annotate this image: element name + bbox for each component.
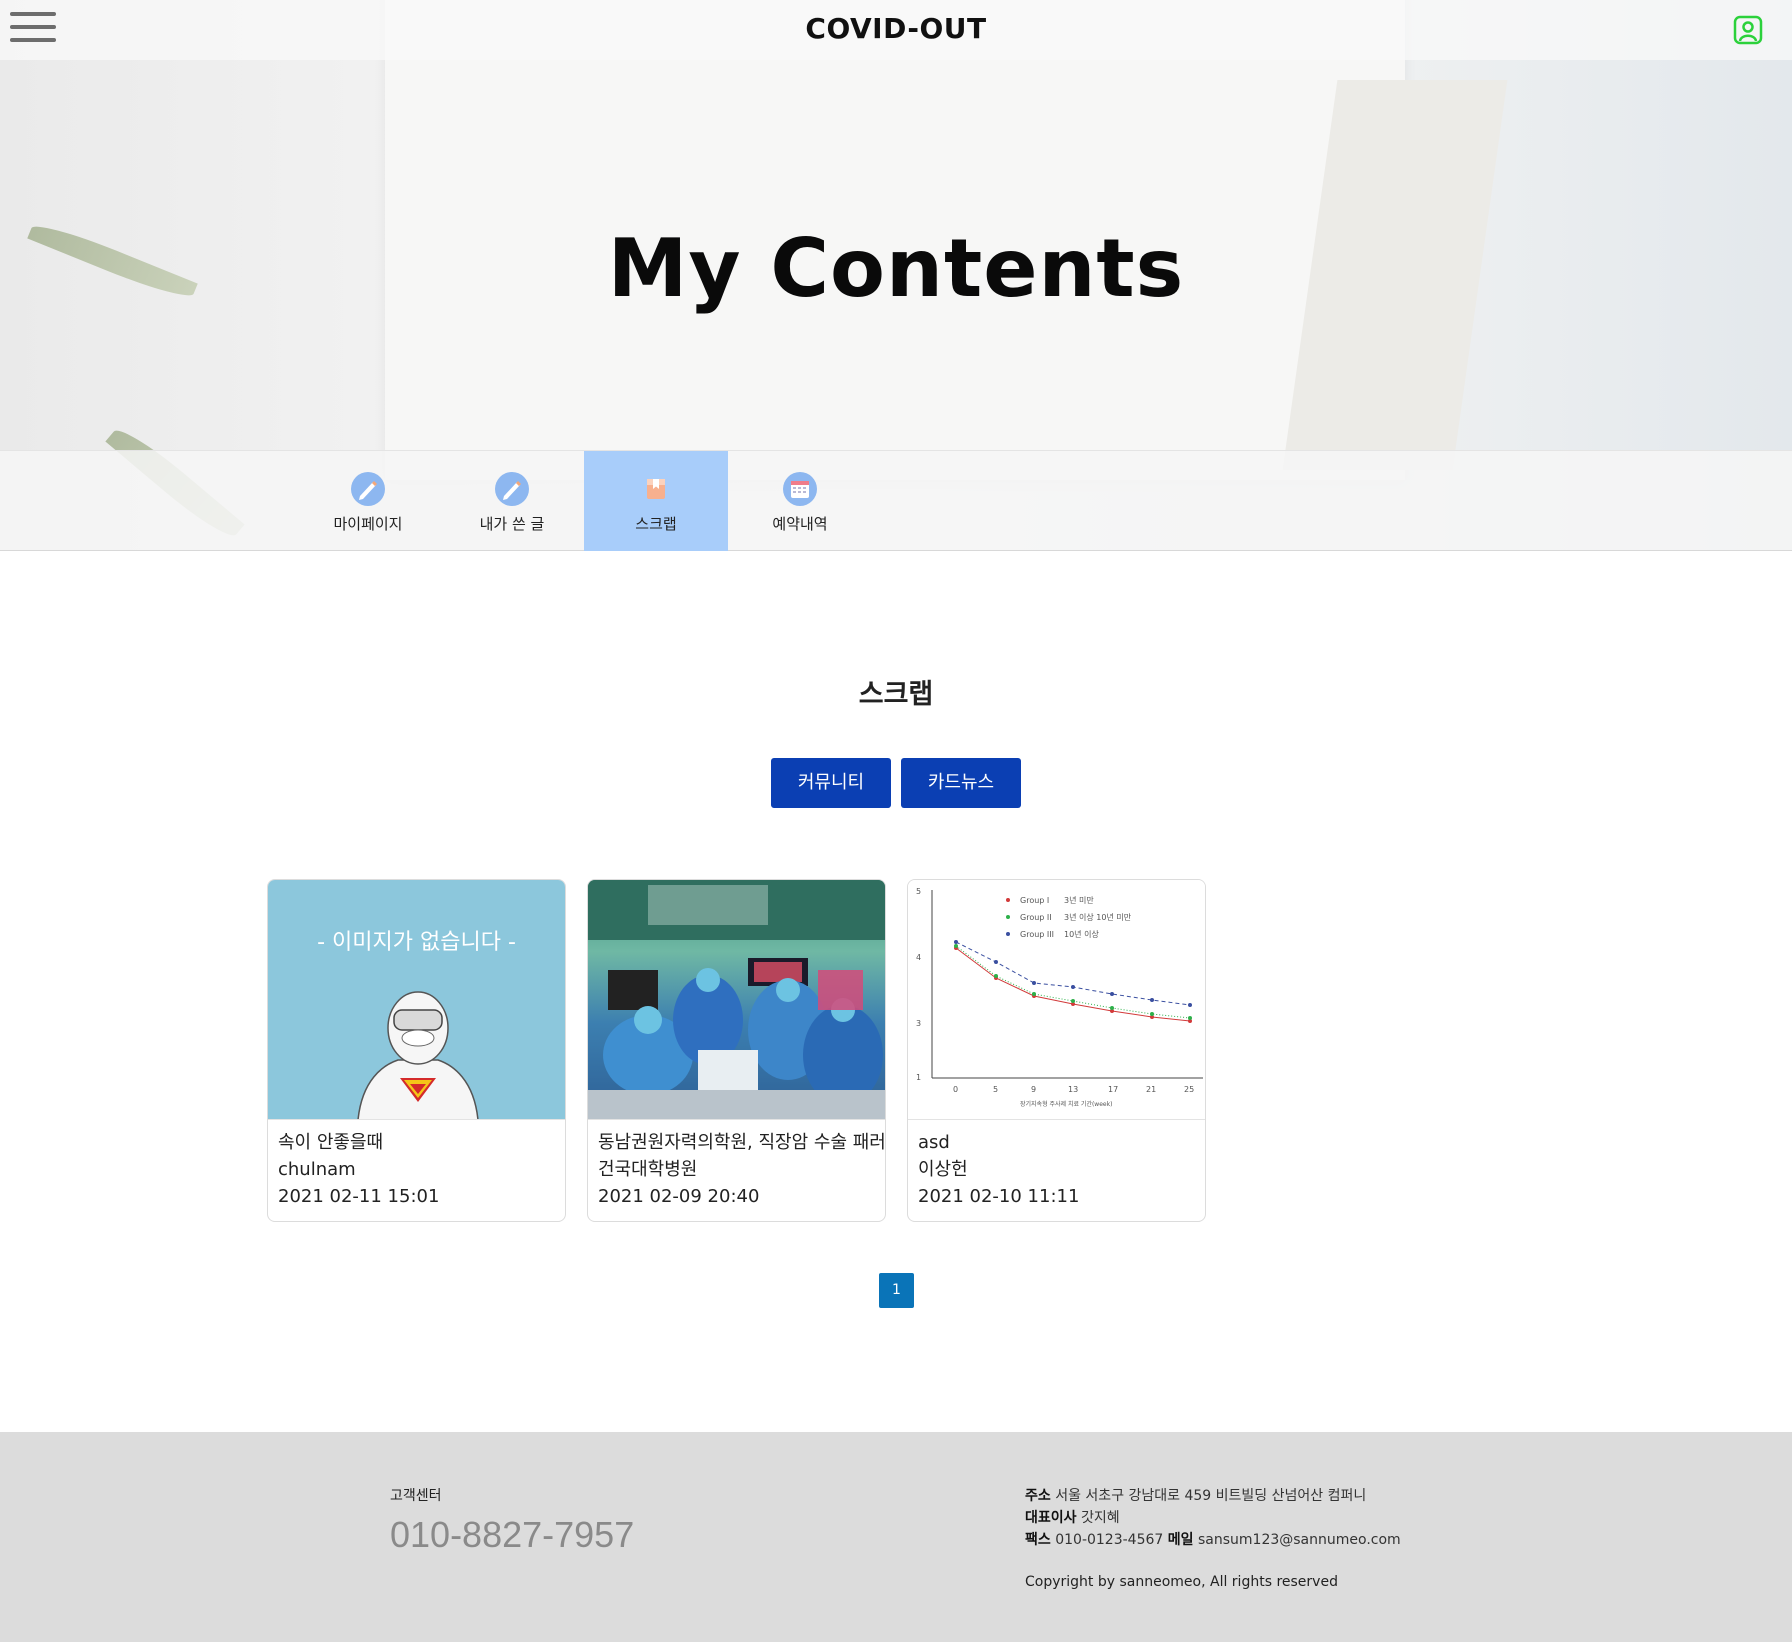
ceo-name: 갓지혜 [1080, 1510, 1120, 1526]
line-chart-image: 5 4 3 1 0 5 9 13 17 21 25 장기지속형 주사제 치료 기… [916, 887, 1203, 1108]
section-title: 스크랩 [858, 679, 934, 710]
card-author: 건국대학병원 [598, 1159, 698, 1180]
y-tick-label: 3 [916, 1019, 921, 1028]
y-tick-label: 5 [916, 887, 921, 896]
ceo-label: 대표이사 [1025, 1510, 1077, 1526]
tab-my-posts[interactable]: 내가 쓴 글 [440, 451, 584, 551]
user-profile-icon[interactable] [1732, 14, 1764, 46]
fax-label: 팩스 [1025, 1532, 1051, 1548]
page-title: My Contents [607, 222, 1185, 315]
x-tick-label: 13 [1068, 1085, 1078, 1094]
card-author: chulnam [278, 1159, 356, 1180]
x-tick-label: 9 [1031, 1085, 1036, 1094]
pagination-page-1[interactable]: 1 [879, 1273, 914, 1308]
card-thumbnail-chart: 5 4 3 1 0 5 9 13 17 21 25 장기지속형 주사제 치료 기… [908, 880, 1205, 1120]
x-tick-label: 25 [1184, 1085, 1194, 1094]
y-tick-label: 1 [916, 1073, 921, 1082]
card-thumbnail-surgery-photo [588, 880, 885, 1120]
legend-label: Group I [1020, 896, 1049, 905]
address-label: 주소 [1025, 1488, 1051, 1504]
tab-label: 예약내역 [772, 515, 828, 533]
legend-label: 10년 이상 [1064, 929, 1099, 939]
mail-label: 메일 [1167, 1532, 1194, 1548]
legend-label: Group III [1020, 930, 1054, 939]
card-title[interactable]: 동남권원자력의학원, 직장암 수술 패러다 [598, 1129, 885, 1156]
x-tick-label: 0 [953, 1085, 958, 1094]
x-tick-label: 5 [993, 1085, 998, 1094]
legend-label: Group II [1020, 913, 1052, 922]
mypage-tab-bar: 마이페이지 내가 쓴 글 스크랩 예약내역 [0, 450, 1792, 551]
fax-number: 010-0123-4567 [1055, 1532, 1164, 1548]
legend-label: 3년 이상 10년 미만 [1064, 912, 1132, 922]
company-info: 주소 서울 서초구 강남대로 459 비트빌딩 산넘어산 컴퍼니 대표이사 갓지… [1025, 1485, 1401, 1551]
tab-mypage[interactable]: 마이페이지 [296, 451, 440, 551]
mail-address: sansum123@sannumeo.com [1197, 1532, 1401, 1548]
card-thumbnail-placeholder: - 이미지가 없습니다 - [268, 880, 565, 1120]
scrap-card[interactable]: 5 4 3 1 0 5 9 13 17 21 25 장기지속형 주사제 치료 기… [907, 879, 1206, 1222]
card-info: 동남권원자력의학원, 직장암 수술 패러다 건국대학병원 2021 02-09 … [588, 1120, 885, 1210]
card-info: 속이 안좋을때 chulnam 2021 02-11 15:01 [268, 1120, 565, 1210]
tab-label: 마이페이지 [333, 515, 403, 533]
tab-reservations[interactable]: 예약내역 [728, 451, 872, 551]
pencil-icon [351, 472, 385, 506]
community-filter-button[interactable]: 커뮤니티 [771, 758, 891, 808]
copyright-text: Copyright by sanneomeo, All rights reser… [1025, 1574, 1338, 1590]
x-tick-label: 21 [1146, 1085, 1156, 1094]
card-date: 2021 02-10 11:11 [918, 1186, 1080, 1207]
card-date: 2021 02-09 20:40 [598, 1186, 760, 1207]
card-info: asd 이상헌 2021 02-10 11:11 [908, 1120, 1205, 1210]
site-logo[interactable]: COVID-OUT [0, 12, 1792, 45]
customer-center-label: 고객센터 [390, 1488, 442, 1504]
tab-scrap[interactable]: 스크랩 [584, 451, 728, 551]
card-date: 2021 02-11 15:01 [278, 1186, 440, 1207]
card-title[interactable]: 속이 안좋을때 [278, 1129, 555, 1156]
scrap-card[interactable]: 동남권원자력의학원, 직장암 수술 패러다 건국대학병원 2021 02-09 … [587, 879, 886, 1222]
x-axis-label: 장기지속형 주사제 치료 기간(week) [1020, 1100, 1112, 1108]
tab-label: 스크랩 [635, 515, 677, 533]
customer-center-phone: 010-8827-7957 [390, 1514, 635, 1555]
card-title[interactable]: asd [918, 1129, 1195, 1156]
hazmat-superman-illustration [357, 991, 479, 1119]
address-text: 서울 서초구 강남대로 459 비트빌딩 산넘어산 컴퍼니 [1055, 1488, 1367, 1504]
top-navigation-bar: COVID-OUT [0, 0, 1792, 60]
card-author: 이상헌 [918, 1159, 968, 1180]
surgery-photo [588, 880, 885, 1119]
hero-banner: COVID-OUT My Contents 마이페이지 내가 쓴 글 스크랩 예… [0, 0, 1792, 551]
pencil-icon [495, 472, 529, 506]
x-tick-label: 17 [1108, 1085, 1118, 1094]
legend-label: 3년 미만 [1064, 895, 1094, 905]
calendar-icon [783, 472, 817, 506]
scrap-card[interactable]: - 이미지가 없습니다 - 속이 안좋을때 chulnam 2021 02-11… [267, 879, 566, 1222]
no-image-text: - 이미지가 없습니다 - [317, 930, 516, 955]
bookmark-icon [647, 479, 665, 499]
cardnews-filter-button[interactable]: 카드뉴스 [901, 758, 1021, 808]
site-footer: 고객센터 010-8827-7957 주소 서울 서초구 강남대로 459 비트… [0, 1432, 1792, 1642]
y-tick-label: 4 [916, 953, 921, 962]
tab-label: 내가 쓴 글 [479, 515, 545, 533]
